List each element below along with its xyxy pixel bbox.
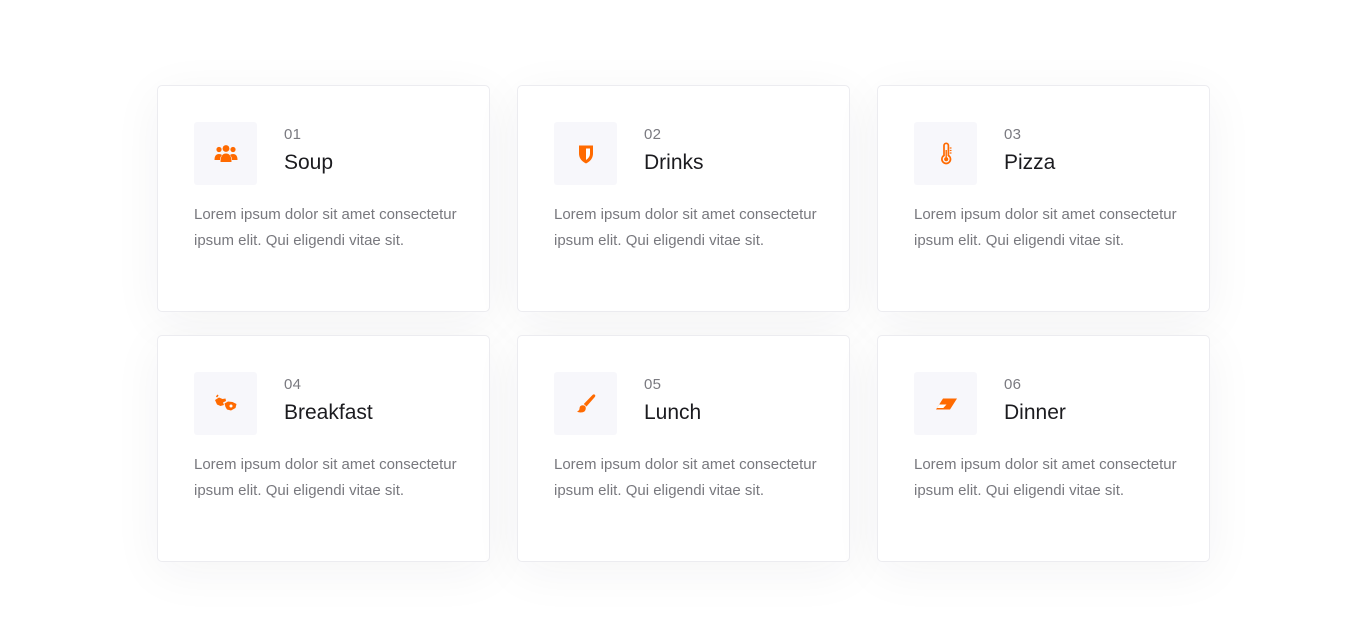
card-number: 06: [1004, 376, 1022, 393]
card-number: 01: [284, 126, 302, 143]
card-description: Lorem ipsum dolor sit amet consectetur i…: [194, 456, 457, 499]
sign-language-icon: [214, 394, 236, 410]
card-dinner[interactable]: 06 Dinner Lorem ipsum dolor sit amet con…: [877, 335, 1210, 562]
card-header: 03 Pizza: [914, 122, 1173, 185]
icon-box: [194, 372, 257, 435]
shield-icon: [578, 145, 593, 163]
card-lunch[interactable]: 05 Lunch Lorem ipsum dolor sit amet cons…: [517, 335, 850, 562]
card-number: 04: [284, 376, 302, 393]
card-number: 03: [1004, 126, 1022, 143]
card-drinks[interactable]: 02 Drinks Lorem ipsum dolor sit amet con…: [517, 85, 850, 312]
card-header: 01 Soup: [194, 122, 453, 185]
eraser-icon: [935, 398, 957, 409]
icon-box: [554, 372, 617, 435]
card-pizza[interactable]: 03 Pizza Lorem ipsum dolor sit amet cons…: [877, 85, 1210, 312]
card-header: 02 Drinks: [554, 122, 813, 185]
card-title: Lunch: [644, 401, 702, 424]
card-header: 05 Lunch: [554, 372, 813, 435]
icon-box: [194, 122, 257, 185]
card-description: Lorem ipsum dolor sit amet consectetur i…: [194, 206, 457, 249]
card-header: 06 Dinner: [914, 372, 1173, 435]
category-grid: 01 Soup Lorem ipsum dolor sit amet conse…: [157, 85, 1210, 562]
icon-box: [554, 122, 617, 185]
card-description: Lorem ipsum dolor sit amet consectetur i…: [554, 206, 817, 249]
thermometer-icon: [940, 141, 951, 164]
icon-box: [914, 372, 977, 435]
card-title: Pizza: [1004, 151, 1056, 174]
paint-brush-icon: [576, 393, 595, 412]
card-number: 02: [644, 126, 662, 143]
card-title: Soup: [284, 151, 334, 174]
card-description: Lorem ipsum dolor sit amet consectetur i…: [914, 206, 1177, 249]
users-icon: [214, 144, 237, 162]
card-title: Dinner: [1004, 401, 1066, 424]
card-breakfast[interactable]: 04 Breakfast Lorem ipsum dolor sit amet …: [157, 335, 490, 562]
card-number: 05: [644, 376, 662, 393]
card-header: 04 Breakfast: [194, 372, 453, 435]
card-description: Lorem ipsum dolor sit amet consectetur i…: [554, 456, 817, 499]
icon-box: [914, 122, 977, 185]
card-soup[interactable]: 01 Soup Lorem ipsum dolor sit amet conse…: [157, 85, 490, 312]
card-description: Lorem ipsum dolor sit amet consectetur i…: [914, 456, 1177, 499]
card-title: Breakfast: [284, 401, 373, 424]
card-title: Drinks: [644, 151, 704, 174]
